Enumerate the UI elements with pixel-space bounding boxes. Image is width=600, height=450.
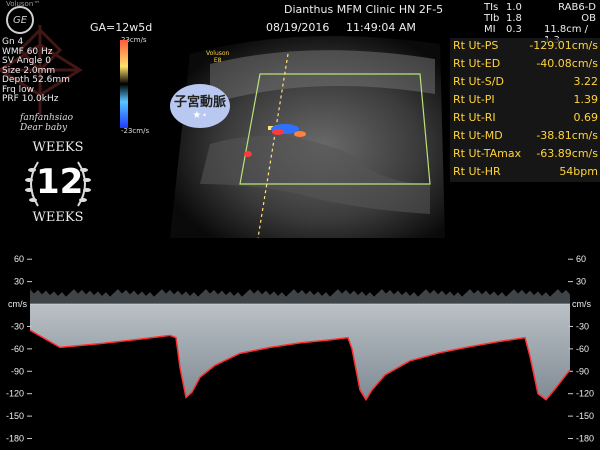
weeks-label-top: WEEKS: [32, 140, 84, 155]
measurement-label: Rt Ut-HR: [453, 165, 501, 178]
measurement-value: -40.08cm/s: [536, 57, 598, 70]
measurement-label: Rt Ut-S/D: [453, 75, 504, 88]
spectrum-background: [30, 240, 570, 450]
unit-label-right: cm/s: [572, 299, 591, 309]
probe-name: RAB6-D: [558, 2, 596, 13]
axis-tick-label-left: -30: [11, 321, 24, 331]
axis-tick-label-right: -120: [576, 389, 594, 399]
annotation-text: 子宮動脈: [173, 95, 226, 110]
measurement-row: Rt Ut-S/D 3.22: [450, 74, 600, 92]
tis-value: 1.0: [506, 2, 522, 13]
param-prf: PRF 10.0kHz: [2, 94, 59, 104]
thermal-index-values: 1.0 1.8 0.3: [506, 2, 522, 35]
measurement-value: 1.39: [573, 93, 599, 106]
axis-tick-label-right: 30: [576, 277, 586, 287]
measurement-panel: Rt Ut-PS -129.01cm/s Rt Ut-ED -40.08cm/s…: [450, 38, 600, 182]
axis-tick-label-right: -60: [576, 344, 589, 354]
weeks-number: 12: [36, 162, 84, 202]
measurement-row: Rt Ut-PS -129.01cm/s: [450, 38, 600, 56]
brand-line-2: Dear baby: [20, 123, 68, 133]
voluson-tag: Voluson E8: [206, 50, 229, 64]
doppler-spectrum: 60 60 30 30 -30 -30 -60 -60 -90 -90 -120 -120 -150 -1…: [6, 240, 594, 450]
tib-label: TIb: [484, 13, 500, 24]
measurement-label: Rt Ut-ED: [453, 57, 501, 70]
weeks-label-bottom: WEEKS: [32, 210, 84, 225]
exam-date: 08/19/2016: [266, 21, 330, 34]
measurement-label: Rt Ut-PI: [453, 93, 495, 106]
voluson-tag-line2: E8: [213, 57, 222, 64]
measurement-value: -38.81cm/s: [536, 129, 598, 142]
tis-label: TIs: [484, 2, 499, 13]
axis-tick-label-right: -30: [576, 321, 589, 331]
measurement-value: 54bpm: [559, 165, 598, 178]
measurement-row: Rt Ut-PI 1.39: [450, 92, 600, 110]
weeks-badge: WEEKS 12 WEEKS: [20, 140, 96, 240]
measurement-row: Rt Ut-HR 54bpm: [450, 164, 600, 182]
clinic-name: Dianthus MFM Clinic HN 2F-5: [284, 3, 444, 16]
axis-tick-label-left: 30: [14, 277, 24, 287]
preset-name: OB: [581, 13, 596, 24]
axis-tick-label-left: -60: [11, 344, 24, 354]
axis-tick-label-left: -120: [6, 389, 24, 399]
measurement-label: Rt Ut-TAmax: [453, 147, 522, 160]
ultrasound-bmode-image: [170, 36, 445, 238]
watermark-brand: fanfanhsiao Dear baby: [20, 113, 73, 133]
measurement-label: Rt Ut-PS: [453, 39, 499, 52]
measurement-label: Rt Ut-RI: [453, 111, 496, 124]
mi-label: MI: [484, 24, 496, 35]
thermal-index-labels: TIs TIb MI: [484, 2, 499, 35]
annotation-bubble: 子宮動脈 ★⋆: [170, 84, 230, 128]
tib-value: 1.8: [506, 13, 522, 24]
color-velocity-scale: [120, 40, 128, 128]
unit-label-left: cm/s: [8, 299, 27, 309]
voluson-tag-line1: Voluson: [206, 50, 230, 57]
axis-tick-label-right: 60: [576, 254, 586, 264]
brand-line-1: fanfanhsiao: [20, 113, 74, 123]
measurement-row: Rt Ut-TAmax -63.89cm/s: [450, 146, 600, 164]
axis-tick-label-left: 60: [14, 254, 24, 264]
measurement-row: Rt Ut-RI 0.69: [450, 110, 600, 128]
measurement-value: -129.01cm/s: [529, 39, 598, 52]
color-scale-bottom: -23cm/s: [121, 127, 150, 135]
measurement-value: -63.89cm/s: [536, 147, 598, 160]
annotation-stars: ★⋆: [192, 110, 208, 121]
acquisition-parameters: Gn 4 WMF 60 Hz SV Angle 0 Size 2.0mm Dep…: [2, 37, 70, 105]
axis-tick-label-right: -150: [576, 411, 594, 421]
probe-info: RAB6-D OB: [556, 2, 596, 24]
measurement-row: Rt Ut-ED -40.08cm/s: [450, 56, 600, 74]
measurement-label: Rt Ut-MD: [453, 129, 503, 142]
axis-tick-label-right: -90: [576, 366, 589, 376]
axis-tick-label-left: -150: [6, 411, 24, 421]
axis-tick-label-left: -180: [6, 434, 24, 444]
axis-tick-label-right: -180: [576, 434, 594, 444]
axis-tick-label-left: -90: [11, 366, 24, 376]
measurement-row: Rt Ut-MD -38.81cm/s: [450, 128, 600, 146]
mi-value: 0.3: [506, 24, 522, 35]
exam-time: 11:49:04 AM: [346, 21, 416, 34]
measurement-value: 0.69: [573, 111, 599, 124]
measurement-value: 3.22: [573, 75, 599, 88]
